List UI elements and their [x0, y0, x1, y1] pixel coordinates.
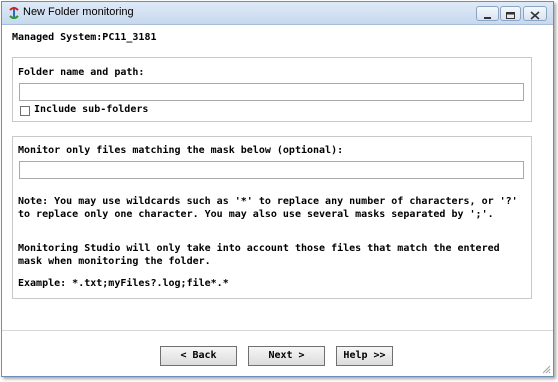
minimize-icon: [484, 17, 491, 19]
window-title: New Folder monitoring: [23, 6, 134, 18]
dialog-window: New Folder monitoring Managed System:PC1…: [1, 1, 554, 377]
mask-example: Example: *.txt;myFiles?.log;file*.*: [18, 278, 229, 289]
wildcard-note: Note: You may use wildcards such as '*' …: [18, 196, 518, 220]
back-button[interactable]: < Back: [160, 346, 237, 366]
folder-path-input[interactable]: [19, 83, 524, 101]
include-subfolders-checkbox[interactable]: [20, 106, 30, 116]
resize-grip-icon[interactable]: [541, 364, 551, 374]
maximize-button[interactable]: [500, 6, 521, 21]
mask-input[interactable]: [19, 161, 524, 179]
managed-system-label: Managed System:PC11_3181: [12, 32, 157, 43]
close-button[interactable]: [523, 6, 547, 21]
dialog-content: Managed System:PC11_3181 Folder name and…: [2, 25, 553, 376]
folder-path-label: Folder name and path:: [18, 67, 145, 78]
maximize-icon: [506, 12, 515, 19]
mask-label: Monitor only files matching the mask bel…: [18, 145, 344, 156]
app-icon: [9, 7, 19, 19]
footer-separator: [2, 330, 553, 331]
close-icon: [530, 11, 540, 20]
monitoring-note: Monitoring Studio will only take into ac…: [18, 243, 500, 267]
include-subfolders-label[interactable]: Include sub-folders: [34, 104, 148, 115]
mask-group: Monitor only files matching the mask bel…: [12, 136, 532, 299]
minimize-button[interactable]: [476, 6, 499, 21]
folder-group: Folder name and path: Include sub-folder…: [12, 57, 532, 122]
help-button[interactable]: Help >>: [336, 346, 393, 366]
title-bar[interactable]: New Folder monitoring: [2, 2, 553, 25]
next-button[interactable]: Next >: [248, 346, 325, 366]
